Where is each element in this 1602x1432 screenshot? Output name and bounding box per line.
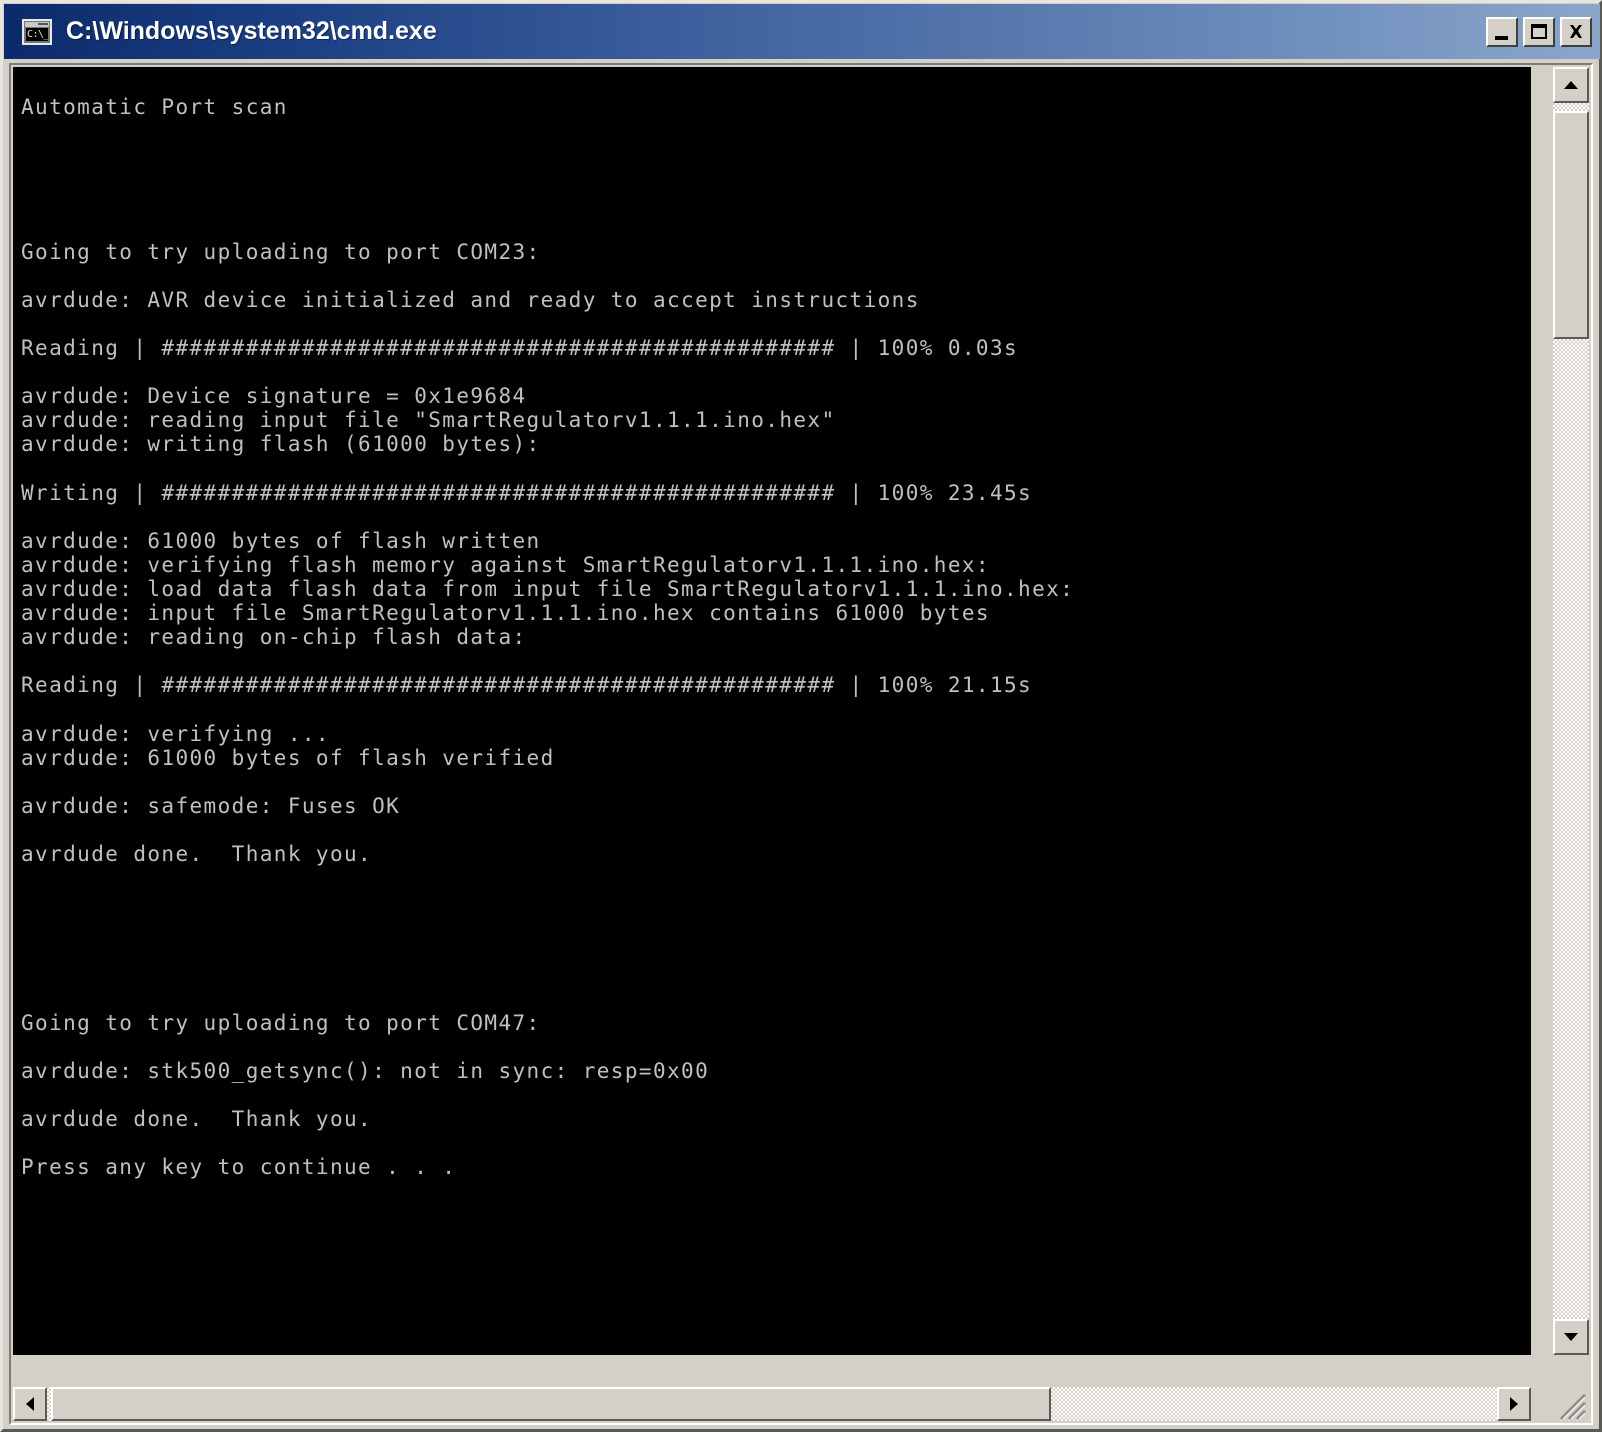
resize-grip[interactable]	[1553, 1387, 1589, 1421]
chevron-left-icon	[26, 1397, 34, 1411]
title-bar[interactable]: C:\_ C:\Windows\system32\cmd.exe	[4, 4, 1600, 59]
scroll-left-arrow[interactable]	[13, 1387, 47, 1421]
minimize-icon	[1495, 35, 1508, 40]
chevron-down-icon	[1564, 1333, 1578, 1341]
maximize-button[interactable]	[1523, 16, 1555, 47]
horizontal-scrollbar[interactable]	[13, 1387, 1531, 1421]
chevron-up-icon	[1564, 81, 1578, 89]
chevron-right-icon	[1510, 1397, 1518, 1411]
scroll-down-arrow[interactable]	[1553, 1319, 1589, 1355]
close-icon	[1570, 24, 1582, 38]
scroll-up-arrow[interactable]	[1553, 67, 1589, 103]
icon-screen-glyph: C:\_	[26, 27, 48, 41]
client-area: Automatic Port scan Going to try uploadi…	[9, 63, 1593, 1425]
console-output-area[interactable]: Automatic Port scan Going to try uploadi…	[13, 67, 1531, 1355]
console-text: Automatic Port scan Going to try uploadi…	[21, 95, 1075, 1180]
resize-grip-icon	[1559, 1393, 1587, 1419]
vertical-scrollbar[interactable]	[1553, 67, 1589, 1355]
cmd-console-icon: C:\_	[22, 18, 52, 45]
close-button[interactable]	[1560, 16, 1592, 47]
window-title: C:\Windows\system32\cmd.exe	[66, 17, 437, 45]
minimize-button[interactable]	[1486, 16, 1518, 47]
cmd-window: C:\_ C:\Windows\system32\cmd.exe Automat…	[0, 0, 1602, 1432]
maximize-icon	[1531, 23, 1547, 39]
icon-titlebar-stripe	[25, 21, 49, 27]
scroll-right-arrow[interactable]	[1497, 1387, 1531, 1421]
vertical-scroll-thumb[interactable]	[1553, 111, 1589, 339]
caption-button-group	[1486, 16, 1592, 47]
horizontal-scroll-thumb[interactable]	[51, 1387, 1051, 1421]
